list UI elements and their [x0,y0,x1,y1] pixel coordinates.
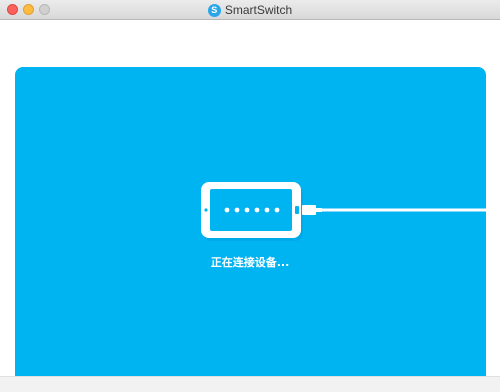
smartswitch-app-icon: S [207,3,221,17]
window-bottom-bar [0,376,500,392]
phone-with-cable-icon [201,182,486,241]
connecting-status-text: 正在连接设备... [210,256,290,269]
window-title: SmartSwitch [224,3,293,17]
app-window: S SmartSwitch 正在连接设备... [0,0,500,392]
window-title-group: S SmartSwitch [0,2,500,18]
title-bar[interactable]: S SmartSwitch [0,0,500,20]
